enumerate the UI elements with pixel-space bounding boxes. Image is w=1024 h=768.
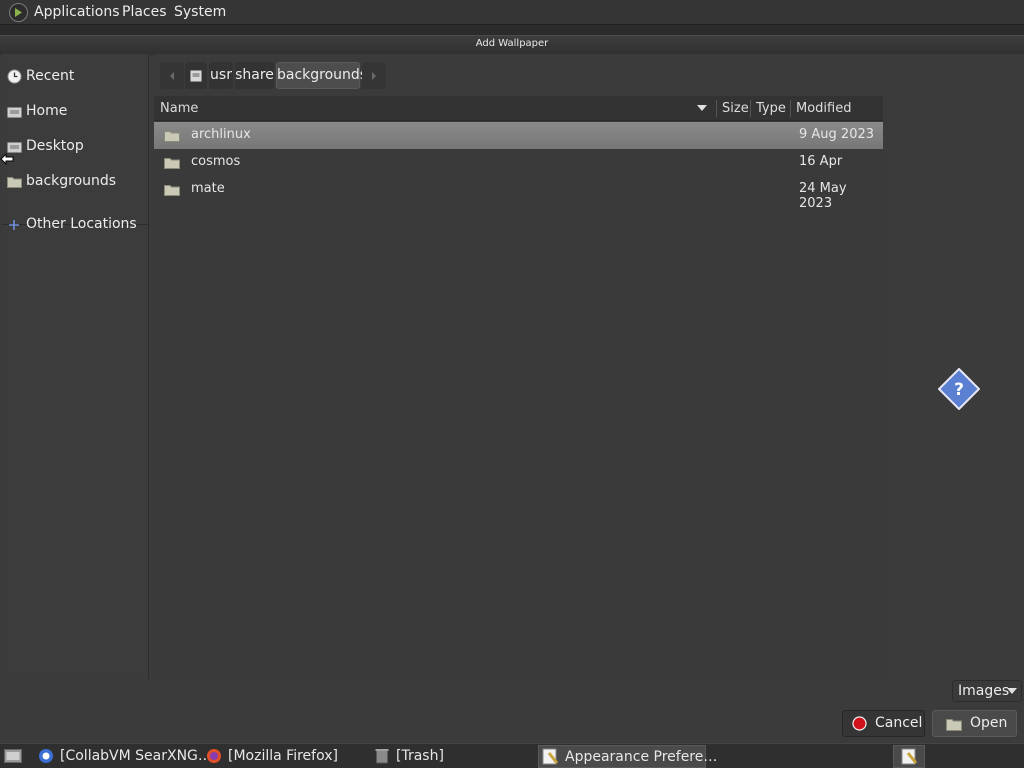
file-name: archlinux xyxy=(191,127,251,142)
show-desktop-icon xyxy=(4,749,22,763)
column-header-size[interactable]: Size xyxy=(722,96,749,121)
column-header-name[interactable]: Name xyxy=(160,96,198,121)
appearance-icon xyxy=(542,748,559,765)
taskbar-item-appearance[interactable]: Appearance Prefere… xyxy=(538,745,717,768)
preview-question-mark: ? xyxy=(954,380,964,400)
taskbar-item-label: [Mozilla Firefox] xyxy=(228,748,338,764)
sidebar-item-label: backgrounds xyxy=(26,173,117,189)
column-header-modified[interactable]: Modified xyxy=(796,96,851,121)
open-button-label: Open xyxy=(970,715,1008,731)
mate-logo-icon[interactable] xyxy=(9,3,28,22)
folder-icon xyxy=(164,158,180,169)
taskbar-item-label: [Trash] xyxy=(396,748,444,764)
taskbar-item-firefox[interactable]: [Mozilla Firefox] xyxy=(202,745,368,768)
taskbar-item-collabvm[interactable]: [CollabVM SearXNG… xyxy=(34,745,212,768)
folder-icon xyxy=(7,177,22,188)
chevron-left-icon xyxy=(170,72,174,80)
firefox-icon xyxy=(207,749,221,763)
taskbar: [CollabVM SearXNG… [Mozilla Firefox] [Tr… xyxy=(0,743,1024,768)
file-modified: 16 Apr xyxy=(799,154,843,169)
path-segment-share[interactable]: share xyxy=(235,62,274,89)
taskbar-item-trash[interactable]: [Trash] xyxy=(370,745,536,768)
workspace-switcher[interactable] xyxy=(893,745,925,768)
path-root-button[interactable] xyxy=(185,62,207,89)
clock-icon xyxy=(7,69,22,84)
path-segment-backgrounds[interactable]: backgrounds xyxy=(276,62,367,89)
file-list-header: Name Size Type Modified xyxy=(154,96,883,121)
top-panel: Applications Places System xyxy=(0,0,1024,25)
cancel-icon xyxy=(852,716,867,731)
path-back-button[interactable] xyxy=(160,62,184,89)
pointer-cursor-icon xyxy=(0,153,14,165)
dialog-titlebar[interactable]: Add Wallpaper xyxy=(0,35,1024,55)
sidebar-item-label: Recent xyxy=(26,68,75,84)
places-sidebar: Recent Home Desktop backgrounds Other Lo… xyxy=(2,54,149,679)
file-filter-value: Images xyxy=(958,683,1010,699)
file-name: mate xyxy=(191,181,225,196)
folder-icon xyxy=(164,185,180,196)
sidebar-item-other-locations[interactable]: Other Locations xyxy=(2,208,149,242)
workspace-appearance-icon xyxy=(901,748,918,765)
sidebar-item-home[interactable]: Home xyxy=(2,95,149,129)
file-filter-select[interactable]: Images xyxy=(952,680,1022,702)
column-divider xyxy=(750,100,751,117)
cancel-button-label: Cancel xyxy=(875,715,923,731)
file-name: cosmos xyxy=(191,154,241,169)
sidebar-item-backgrounds[interactable]: backgrounds xyxy=(2,165,149,199)
sidebar-item-desktop[interactable]: Desktop xyxy=(2,130,149,164)
sort-down-icon[interactable] xyxy=(697,105,707,112)
table-row[interactable]: mate 24 May 2023 xyxy=(154,176,883,211)
add-wallpaper-dialog: Add Wallpaper Recent Home Desktop backgr… xyxy=(0,35,1024,743)
plus-icon xyxy=(9,220,19,230)
sidebar-item-recent[interactable]: Recent xyxy=(2,60,149,94)
sidebar-item-label: Desktop xyxy=(26,138,84,154)
path-segment-usr[interactable]: usr xyxy=(209,62,233,89)
folder-icon xyxy=(164,131,180,142)
file-list: Name Size Type Modified archlinux 9 Aug … xyxy=(154,96,883,680)
file-modified: 9 Aug 2023 xyxy=(799,127,875,142)
open-folder-icon xyxy=(946,719,962,731)
column-header-type[interactable]: Type xyxy=(756,96,786,121)
question-diamond-icon: ? xyxy=(938,368,980,410)
desktop-drive-icon xyxy=(7,142,22,153)
column-divider xyxy=(716,100,717,117)
chevron-down-icon xyxy=(1007,688,1017,694)
open-button[interactable]: Open xyxy=(932,710,1017,737)
sidebar-item-label: Home xyxy=(26,103,68,119)
table-row[interactable]: archlinux 9 Aug 2023 xyxy=(154,122,883,149)
menu-applications[interactable]: Applications xyxy=(34,0,120,25)
menu-system[interactable]: System xyxy=(174,0,226,25)
show-desktop-button[interactable] xyxy=(2,745,24,768)
taskbar-item-label: Appearance Prefere… xyxy=(565,749,718,765)
file-modified: 24 May 2023 xyxy=(799,181,847,211)
path-forward-button[interactable] xyxy=(362,62,386,89)
menu-places[interactable]: Places xyxy=(122,0,167,25)
sidebar-item-label: Other Locations xyxy=(26,216,137,232)
chevron-right-icon xyxy=(372,72,376,80)
dialog-title: Add Wallpaper xyxy=(475,38,549,49)
drive-icon xyxy=(190,70,202,82)
browser-icon xyxy=(39,749,53,763)
preview-pane: ? xyxy=(884,96,1024,680)
table-row[interactable]: cosmos 16 Apr xyxy=(154,149,883,176)
trash-icon xyxy=(375,749,389,764)
home-drive-icon xyxy=(7,107,22,118)
taskbar-item-label: [CollabVM SearXNG… xyxy=(60,748,212,764)
path-bar: usr share backgrounds xyxy=(155,54,1024,96)
cancel-button[interactable]: Cancel xyxy=(842,710,925,737)
column-divider xyxy=(790,100,791,117)
